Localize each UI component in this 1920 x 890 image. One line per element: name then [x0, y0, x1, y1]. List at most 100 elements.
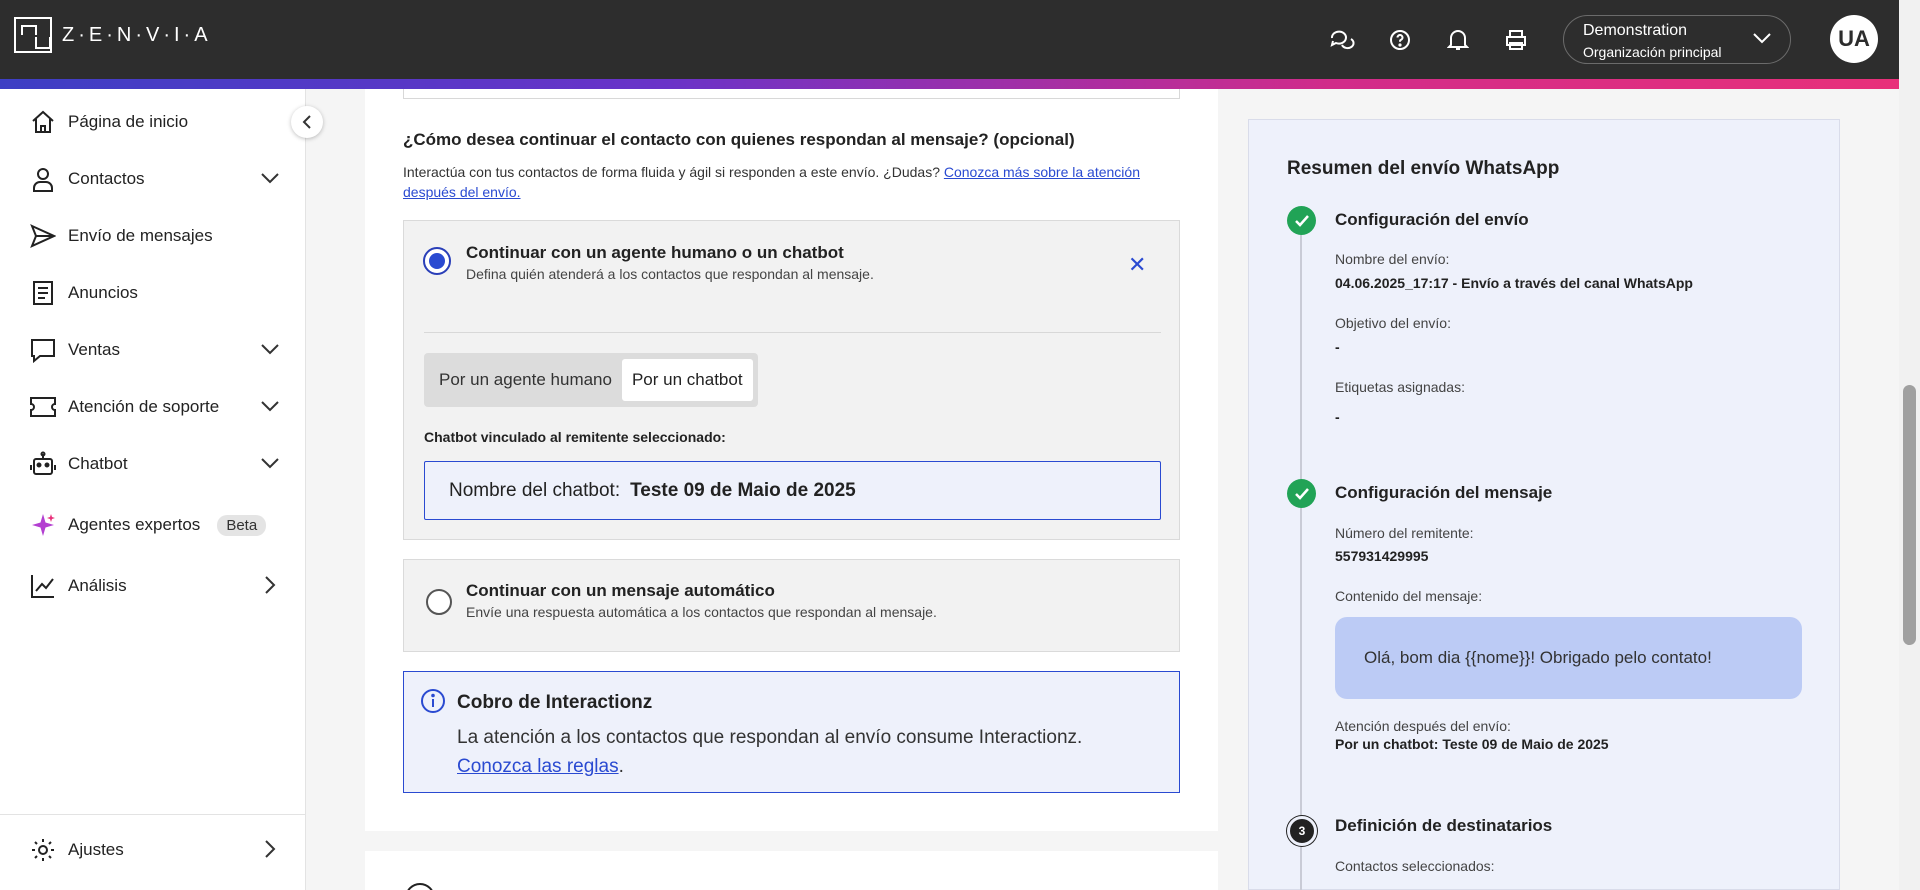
- beta-badge: Beta: [217, 514, 267, 536]
- chevron-down-icon: [1753, 33, 1771, 44]
- step-title: Definición de destinatarios: [1335, 816, 1553, 835]
- sidebar-item-support[interactable]: Atención de soporte: [0, 384, 306, 430]
- scrollbar-thumb[interactable]: [1903, 385, 1916, 645]
- chat-help-icon[interactable]: [1326, 24, 1358, 56]
- sidebar-divider: [0, 814, 306, 815]
- field-label: Etiquetas asignadas:: [1335, 379, 1465, 395]
- chevron-down-icon: [261, 458, 279, 469]
- summary-timeline: [1300, 232, 1302, 890]
- check-icon: [1287, 206, 1316, 235]
- sidebar-item-label: Anuncios: [68, 283, 138, 302]
- logo-mark-icon: [14, 17, 52, 53]
- home-icon: [29, 108, 57, 136]
- logo-text: Z·E·N·V·I·A: [62, 23, 212, 46]
- field-label: Nombre del envío:: [1335, 251, 1450, 267]
- sidebar-item-settings[interactable]: Ajustes: [0, 827, 306, 873]
- interactionz-info-box: Cobro de Interactionz La atención a los …: [403, 671, 1180, 793]
- field-value: Por un chatbot: Teste 09 de Maio de 2025: [1335, 736, 1609, 752]
- field-value: -: [1335, 409, 1340, 425]
- field-label: Atención después del envío:: [1335, 718, 1511, 734]
- send-icon: [29, 222, 57, 250]
- avatar[interactable]: UA: [1830, 15, 1878, 63]
- chatbot-field-value: Teste 09 de Maio de 2025: [630, 479, 856, 501]
- option-subtitle: Defina quién atenderá a los contactos qu…: [466, 266, 874, 282]
- chevron-right-icon: [265, 576, 276, 594]
- section-question: ¿Cómo desea continuar el contacto con qu…: [403, 130, 1075, 149]
- sidebar-item-label: Atención de soporte: [68, 397, 220, 416]
- printer-icon[interactable]: [1500, 24, 1532, 56]
- option-agent-or-chatbot[interactable]: Continuar con un agente humano o un chat…: [403, 220, 1180, 540]
- sidebar-item-label: Agentes expertos: [68, 515, 201, 534]
- check-icon: [1287, 479, 1316, 508]
- org-subtitle: Organización principal: [1583, 44, 1722, 60]
- field-value: 557931429995: [1335, 548, 1429, 564]
- sidebar-item-label: Chatbot: [68, 454, 128, 473]
- previous-section-edge: [403, 89, 1180, 99]
- option-subtitle: Envíe una respuesta automática a los con…: [466, 604, 937, 620]
- chatbot-field-label: Nombre del chatbot:: [449, 479, 621, 501]
- top-bar: Z·E·N·V·I·A Demonstration Organización p…: [0, 0, 1899, 79]
- next-section-card: [365, 851, 1218, 890]
- option-title: Continuar con un agente humano o un chat…: [466, 243, 844, 262]
- description-text: Interactúa con tus contactos de forma fl…: [403, 164, 940, 180]
- field-label: Objetivo del envío:: [1335, 315, 1451, 331]
- sidebar-item-analysis[interactable]: Análisis: [0, 563, 306, 609]
- step-circle-icon: [405, 883, 435, 890]
- step-number-badge: 3: [1287, 816, 1317, 846]
- sidebar-item-chatbot[interactable]: Chatbot: [0, 441, 306, 487]
- chevron-down-icon: [261, 173, 279, 184]
- sidebar-item-sales[interactable]: Ventas: [0, 327, 306, 373]
- help-icon[interactable]: [1384, 24, 1416, 56]
- attendant-segmented-control: Por un agente humano Por un chatbot: [424, 353, 758, 407]
- message-icon: [29, 336, 57, 364]
- sparkle-icon: [29, 511, 57, 539]
- rules-link-suffix: .: [618, 756, 624, 777]
- organization-select[interactable]: Demonstration Organización principal: [1563, 15, 1791, 64]
- option-divider: [424, 332, 1161, 333]
- field-label: Número del remitente:: [1335, 525, 1474, 541]
- sidebar-item-contacts[interactable]: Contactos: [0, 156, 306, 202]
- info-body: La atención a los contactos que responda…: [457, 727, 1083, 748]
- chevron-down-icon: [261, 401, 279, 412]
- close-icon[interactable]: ✕: [1128, 252, 1146, 278]
- info-icon: [421, 689, 445, 713]
- option-title: Continuar con un mensaje automático: [466, 581, 775, 600]
- segment-human-agent[interactable]: Por un agente humano: [429, 359, 622, 401]
- rules-link[interactable]: Conozca las reglas: [457, 756, 619, 777]
- info-title: Cobro de Interactionz: [457, 692, 653, 713]
- sidebar-item-expert-agents[interactable]: Agentes expertos Beta: [0, 502, 306, 548]
- field-label: Contenido del mensaje:: [1335, 588, 1483, 604]
- option-automatic-message[interactable]: Continuar con un mensaje automático Enví…: [403, 559, 1180, 652]
- sidebar-item-label: Análisis: [68, 576, 127, 595]
- summary-panel: Resumen del envío WhatsApp Configuración…: [1248, 119, 1840, 890]
- document-icon: [29, 279, 57, 307]
- chart-icon: [29, 572, 57, 600]
- gear-icon: [29, 836, 57, 864]
- sidebar-item-home[interactable]: Página de inicio: [0, 99, 306, 145]
- ticket-icon: [29, 393, 57, 421]
- segment-chatbot[interactable]: Por un chatbot: [621, 359, 753, 401]
- sidebar-item-messaging[interactable]: Envío de mensajes: [0, 213, 306, 259]
- field-value: 04.06.2025_17:17 - Envío a través del ca…: [1335, 275, 1693, 291]
- sidebar-item-label: Contactos: [68, 169, 145, 188]
- robot-icon: [29, 450, 57, 478]
- collapse-sidebar-button[interactable]: [291, 106, 323, 138]
- field-label: Contactos seleccionados:: [1335, 858, 1495, 874]
- sidebar: Página de inicio Contactos Envío de mens…: [0, 89, 306, 890]
- summary-title: Resumen del envío WhatsApp: [1287, 158, 1560, 179]
- user-icon: [29, 165, 57, 193]
- sidebar-item-ads[interactable]: Anuncios: [0, 270, 306, 316]
- step-title: Configuración del mensaje: [1335, 483, 1553, 502]
- message-preview-bubble: Olá, bom dia {{nome}}! Obrigado pelo con…: [1335, 617, 1802, 699]
- brand-gradient-bar: [0, 79, 1899, 89]
- section-description: Interactúa con tus contactos de forma fl…: [403, 162, 1183, 202]
- field-value: -: [1335, 339, 1340, 355]
- radio-automatic-message[interactable]: [426, 589, 452, 615]
- step-title: Configuración del envío: [1335, 210, 1529, 229]
- sidebar-item-label: Envío de mensajes: [68, 226, 213, 245]
- linked-chatbot-label: Chatbot vinculado al remitente seleccion…: [424, 429, 726, 445]
- radio-agent-or-chatbot[interactable]: [423, 247, 451, 275]
- zenvia-logo[interactable]: Z·E·N·V·I·A: [14, 17, 212, 53]
- sidebar-item-label: Ventas: [68, 340, 120, 359]
- bell-icon[interactable]: [1442, 24, 1474, 56]
